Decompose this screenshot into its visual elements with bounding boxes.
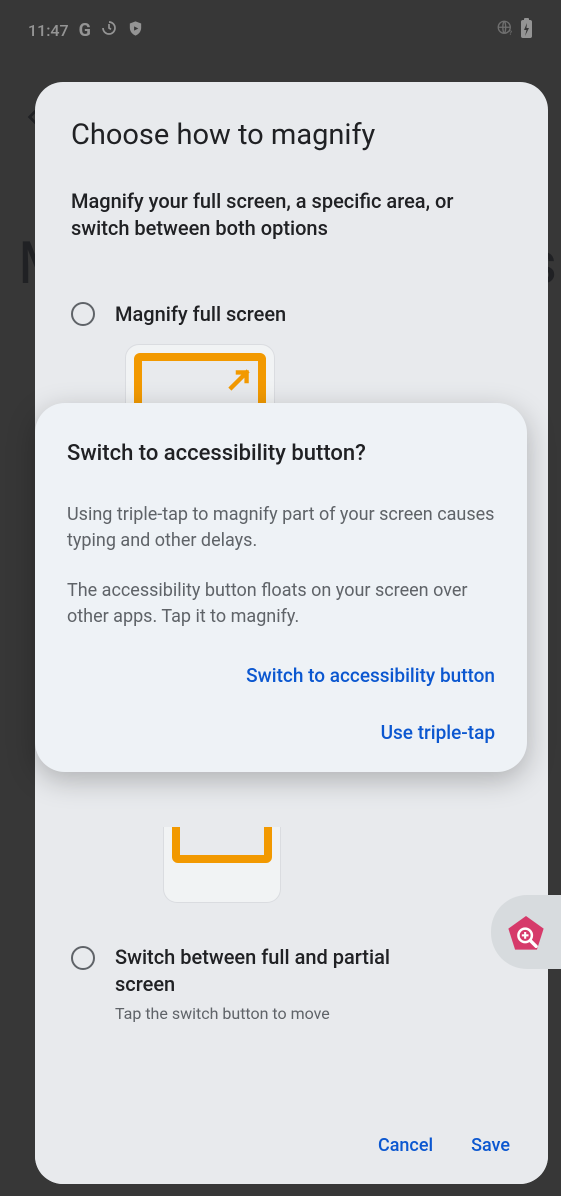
accessibility-fab[interactable] [491, 895, 561, 969]
switch-to-accessibility-button[interactable]: Switch to accessibility button [246, 664, 495, 687]
option-label: Switch between full and partial screen [115, 944, 455, 998]
radio-icon [71, 302, 95, 326]
use-triple-tap-button[interactable]: Use triple-tap [381, 721, 495, 744]
option-sub: Tap the switch button to move [115, 1004, 512, 1023]
magnify-pentagon-icon [505, 911, 547, 953]
dialog-body-1: Using triple-tap to magnify part of your… [67, 502, 495, 554]
option-full-screen[interactable]: Magnify full screen [71, 302, 512, 326]
page-title: Choose how to magnify [71, 118, 512, 152]
dialog-body-2: The accessibility button floats on your … [67, 578, 495, 630]
cancel-button[interactable]: Cancel [378, 1135, 433, 1156]
dialog-title: Switch to accessibility button? [67, 441, 495, 466]
page-subtitle: Magnify your full screen, a specific are… [71, 188, 512, 242]
option-switch-mode[interactable]: Switch between full and partial screen [71, 944, 512, 998]
radio-icon [71, 946, 95, 970]
option-label: Magnify full screen [115, 302, 286, 326]
save-button[interactable]: Save [471, 1135, 510, 1156]
preview-partial-bottom [163, 827, 281, 903]
sheet-footer: Cancel Save [35, 1106, 548, 1184]
switch-accessibility-dialog: Switch to accessibility button? Using tr… [35, 403, 527, 772]
